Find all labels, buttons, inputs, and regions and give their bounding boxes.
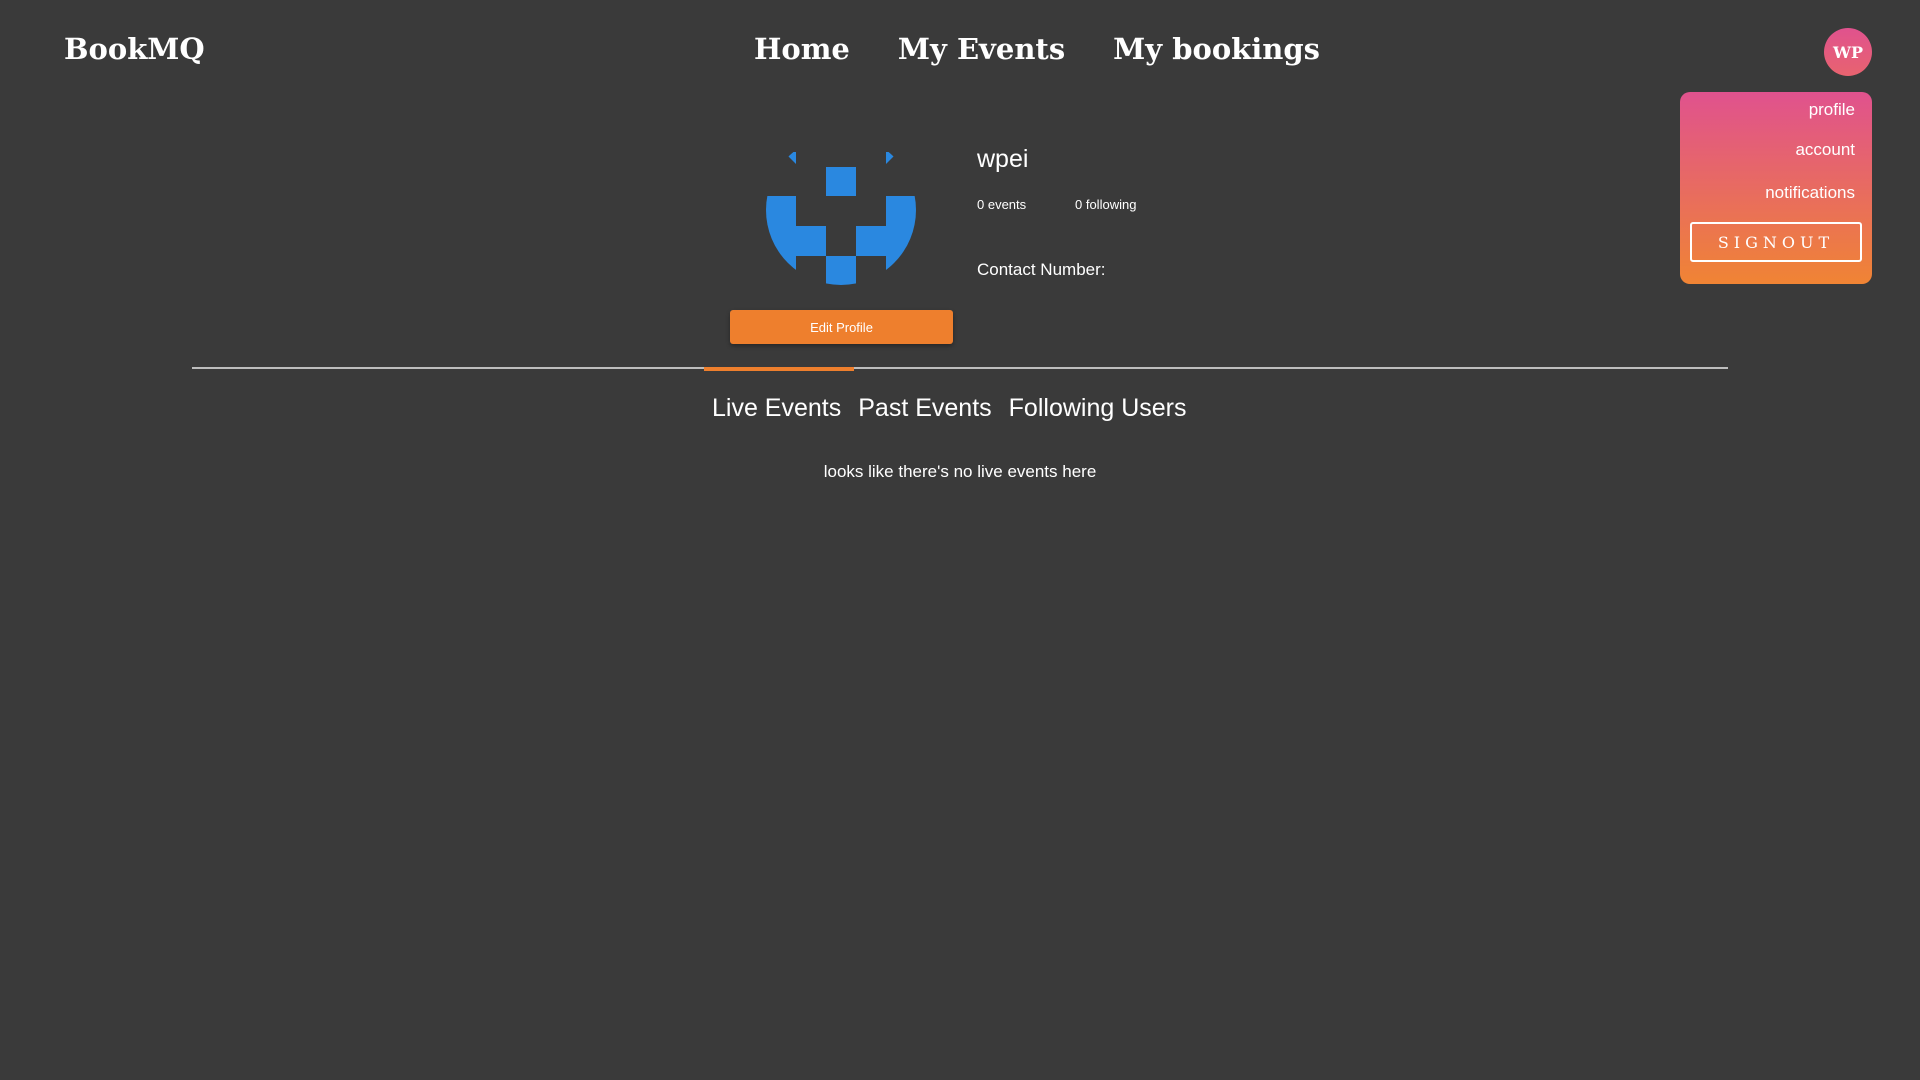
nav-my-bookings[interactable]: My bookings: [1113, 32, 1320, 66]
menu-item-notifications[interactable]: notifications: [1690, 171, 1862, 214]
profile-tabs: Live Events Past Events Following Users: [712, 394, 1187, 423]
edit-profile-button[interactable]: Edit Profile: [730, 310, 953, 344]
empty-state-message: looks like there's no live events here: [823, 462, 1097, 481]
profile-page: BookMQ Home My Events My bookings WP pro…: [0, 0, 1920, 1080]
following-count: 0 following: [1075, 197, 1137, 212]
signout-button[interactable]: SIGNOUT: [1690, 222, 1862, 262]
brand-logo[interactable]: BookMQ: [64, 32, 205, 66]
avatar-identicon: [766, 152, 916, 285]
menu-item-account[interactable]: account: [1690, 128, 1862, 171]
contact-number-label: Contact Number:: [977, 260, 1106, 279]
tab-live-events[interactable]: Live Events: [712, 394, 841, 423]
tabs-divider: [192, 367, 1728, 369]
menu-item-profile[interactable]: profile: [1690, 100, 1862, 128]
nav-my-events[interactable]: My Events: [898, 32, 1065, 66]
nav-home[interactable]: Home: [754, 32, 850, 66]
tab-following-users[interactable]: Following Users: [1009, 394, 1187, 423]
profile-username: wpei: [977, 145, 1029, 173]
tab-past-events[interactable]: Past Events: [858, 394, 991, 423]
user-avatar-button[interactable]: WP: [1824, 28, 1872, 76]
main-nav: Home My Events My bookings: [754, 32, 1320, 66]
user-dropdown-menu: profile account notifications SIGNOUT: [1680, 92, 1872, 284]
events-count: 0 events: [977, 197, 1027, 212]
active-tab-indicator: [704, 367, 854, 371]
